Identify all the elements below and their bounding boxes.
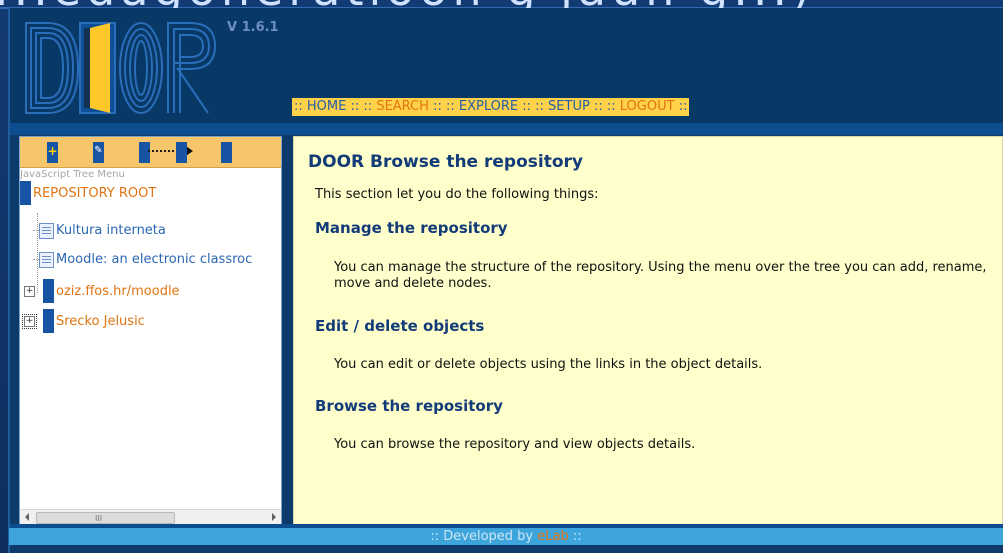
section-text-edit: You can edit or delete objects using the… [334,357,763,372]
folder-icon [43,309,54,333]
scroll-left-icon[interactable] [25,513,29,521]
content-panel: DOOR Browse the repository This section … [293,136,1003,526]
tree-item-oziz[interactable]: + oziz.ffos.hr/moodle [24,279,180,303]
move-node-icon[interactable] [139,142,150,163]
nav-separator: :: [363,99,373,114]
move-target-icon[interactable] [176,142,187,163]
page-title: DOOR Browse the repository [308,152,583,172]
tree-item-label[interactable]: REPOSITORY ROOT [33,186,156,201]
document-icon [39,251,54,268]
nav-separator: :: [535,99,544,114]
tree-toolbar: + ✎ [20,137,281,168]
tree-item-root[interactable]: REPOSITORY ROOT [20,181,156,205]
header: V 1.6.1 :: HOME :: :: SEARCH :: :: EXPLO… [10,8,1003,123]
document-icon [39,222,54,239]
tree-item-kultura[interactable]: Kultura interneta [33,221,166,243]
intro-text: This section let you do the following th… [315,187,599,202]
nav-separator: :: [445,99,455,114]
nav-separator: :: [678,99,688,114]
tree-item-label[interactable]: oziz.ffos.hr/moodle [56,284,180,299]
section-heading-browse: Browse the repository [315,397,503,415]
nav-separator: :: [350,99,360,114]
tree-item-label[interactable]: Kultura interneta [56,223,166,238]
nav-separator: :: [593,99,603,114]
rename-node-icon[interactable]: ✎ [93,142,104,163]
scrollbar-grip: III [95,514,103,523]
section-text-manage: You can manage the structure of the repo… [334,260,987,291]
tree-item-srecko[interactable]: + Srecko Jelusic [22,309,145,333]
header-divider [10,123,1003,135]
section-text-browse: You can browse the repository and view o… [334,437,696,452]
nav-setup-link[interactable]: SETUP [548,99,590,114]
nav-separator: :: [606,99,616,114]
nav-logout-link[interactable]: LOGOUT [620,99,675,114]
footer-prefix: :: Developed by [430,529,534,544]
version-label: V 1.6.1 [227,20,279,35]
tree-item-label[interactable]: Moodle: an electronic classroc [56,252,252,267]
nav-separator: :: [522,99,531,114]
nav-explore-link[interactable]: EXPLORE [459,99,518,114]
expand-icon[interactable]: + [22,313,37,329]
nav-separator: :: [294,99,303,114]
folder-icon [43,279,54,303]
tree-menu-panel: + ✎ JavaScript Tree Menu REPOSITORY ROOT… [19,136,282,526]
add-node-icon[interactable]: + [47,142,58,163]
scroll-right-icon[interactable] [272,513,276,521]
tree-item-label[interactable]: Srecko Jelusic [56,314,145,329]
tree-horizontal-scrollbar[interactable]: III [20,509,281,525]
top-navigation: :: HOME :: :: SEARCH :: :: EXPLORE :: ::… [292,98,690,116]
section-heading-manage: Manage the repository [315,219,508,237]
nav-separator: :: [433,99,442,114]
delete-node-icon[interactable] [221,142,232,163]
section-heading-edit: Edit / delete objects [315,317,485,335]
scrollbar-thumb[interactable]: III [36,512,175,524]
folder-open-icon [20,181,31,205]
expand-icon[interactable]: + [24,285,35,297]
tree-item-moodle[interactable]: Moodle: an electronic classroc [33,250,252,272]
nav-home-link[interactable]: HOME [307,99,346,114]
footer-suffix: :: [572,529,582,544]
footer-elab-link[interactable]: eLab [537,529,568,544]
tree-caption: JavaScript Tree Menu [20,169,125,180]
nav-search-link[interactable]: SEARCH [376,99,429,114]
footer: :: Developed by eLab :: [9,528,1003,545]
door-logo [25,22,217,114]
door-app-window: V 1.6.1 :: HOME :: :: SEARCH :: :: EXPLO… [8,8,1003,553]
